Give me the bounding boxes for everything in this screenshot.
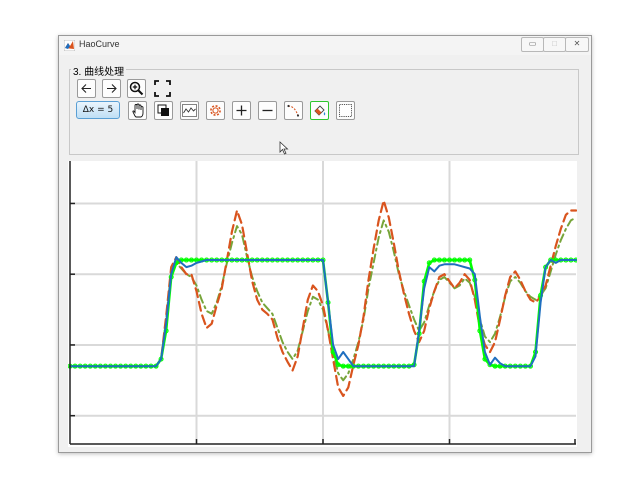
matlab-app-icon <box>64 40 75 51</box>
window-title: HaoCurve <box>79 39 120 49</box>
layers-icon <box>157 104 169 116</box>
layers-button[interactable] <box>154 101 173 120</box>
settings-button[interactable] <box>206 101 225 120</box>
pan-button[interactable] <box>128 101 147 120</box>
panel-title: 3. 曲线处理 <box>71 63 127 78</box>
zoom-in-icon <box>129 81 144 96</box>
select-region-button[interactable] <box>336 101 355 120</box>
minus-icon <box>262 109 273 112</box>
fit-screen-button[interactable] <box>153 79 172 98</box>
arrow-left-icon <box>81 84 91 93</box>
curve-edit-icon <box>287 104 300 117</box>
zoom-in-button[interactable] <box>127 79 146 98</box>
rectangle-select-icon <box>339 104 352 117</box>
gear-icon <box>210 105 221 116</box>
curve-edit-button[interactable] <box>284 101 303 120</box>
minimize-button[interactable]: ▭ <box>521 37 544 52</box>
curve-chart[interactable] <box>67 161 579 447</box>
hand-pan-icon <box>132 103 144 118</box>
title-bar[interactable]: HaoCurve ▭ □ ✕ <box>59 36 591 55</box>
back-button[interactable] <box>77 79 96 98</box>
arrow-right-icon <box>107 84 117 93</box>
line-chart-icon <box>182 104 197 117</box>
add-point-button[interactable] <box>232 101 251 120</box>
plus-icon <box>236 105 247 116</box>
fill-button[interactable] <box>310 101 329 120</box>
remove-point-button[interactable] <box>258 101 277 120</box>
fill-bucket-icon <box>314 105 326 116</box>
app-window: HaoCurve ▭ □ ✕ 3. 曲线处理 Δx = 5 <box>58 35 592 453</box>
close-button[interactable]: ✕ <box>565 37 589 52</box>
delta-x-button[interactable]: Δx = 5 <box>76 101 120 119</box>
line-chart-button[interactable] <box>180 101 199 120</box>
plot-area[interactable] <box>67 161 579 447</box>
maximize-button[interactable]: □ <box>543 37 566 52</box>
fit-screen-icon <box>154 80 171 97</box>
forward-button[interactable] <box>102 79 121 98</box>
mouse-cursor-icon <box>279 141 289 155</box>
